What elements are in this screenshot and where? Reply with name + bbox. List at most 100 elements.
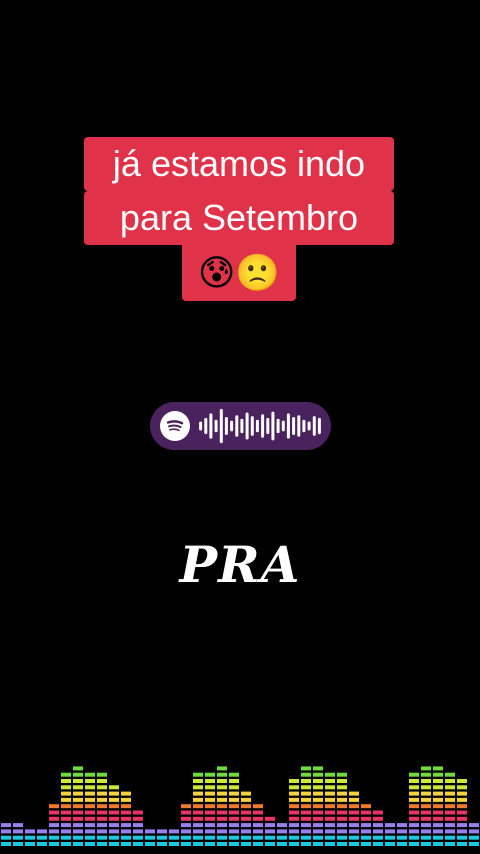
equalizer-segment (217, 779, 227, 783)
equalizer-segment (457, 797, 467, 802)
spotify-code-bar (281, 420, 285, 432)
spotify-code-bar (297, 415, 301, 437)
equalizer-segment (325, 785, 335, 790)
equalizer-segment (1, 842, 11, 846)
equalizer-segment (25, 842, 35, 846)
equalizer-segment (253, 810, 263, 815)
equalizer-segment (217, 797, 227, 802)
equalizer-segment (97, 791, 107, 796)
equalizer-segment (445, 810, 455, 815)
equalizer-segment (337, 823, 347, 828)
equalizer-segment (349, 810, 359, 815)
equalizer-segment (109, 810, 119, 815)
spotify-code-bar (266, 417, 270, 435)
equalizer-segment (49, 804, 59, 809)
spotify-code-bar (255, 419, 259, 433)
equalizer-segment (373, 829, 383, 834)
equalizer-segment (253, 829, 263, 834)
equalizer-segment (433, 779, 443, 783)
equalizer-segment (181, 823, 191, 828)
equalizer-segment (205, 779, 215, 783)
equalizer-segment (433, 829, 443, 834)
equalizer-segment (109, 816, 119, 821)
equalizer-segment (229, 835, 239, 840)
equalizer-segment (457, 791, 467, 796)
equalizer-segment (205, 816, 215, 821)
equalizer-segment (241, 835, 251, 840)
equalizer-segment (313, 785, 323, 790)
spotify-code-bar (240, 418, 244, 434)
equalizer-segment (325, 810, 335, 815)
spotify-code-bar (271, 411, 275, 441)
equalizer-segment (109, 797, 119, 802)
equalizer-segment (421, 816, 431, 821)
equalizer-segment (85, 804, 95, 809)
equalizer-segment (457, 816, 467, 821)
equalizer-segment (433, 785, 443, 790)
equalizer-segment (97, 835, 107, 840)
equalizer-segment (349, 816, 359, 821)
equalizer-segment (109, 785, 119, 790)
equalizer-segment (421, 842, 431, 846)
equalizer-segment (229, 791, 239, 796)
equalizer-segment (73, 766, 83, 771)
equalizer-segment (121, 816, 131, 821)
equalizer-segment (457, 835, 467, 840)
equalizer-segment (361, 823, 371, 828)
equalizer-segment (337, 779, 347, 783)
equalizer-segment (169, 835, 179, 840)
equalizer-segment (217, 842, 227, 846)
equalizer-segment (121, 829, 131, 834)
equalizer-segment (61, 835, 71, 840)
spotify-code-bar (224, 417, 228, 435)
caption-line-1: já estamos indo (84, 137, 394, 191)
equalizer-segment (457, 779, 467, 783)
equalizer-segment (373, 842, 383, 846)
equalizer-segment (397, 823, 407, 828)
equalizer-segment (73, 791, 83, 796)
spotify-code-bar (307, 421, 311, 431)
equalizer-segment (433, 804, 443, 809)
equalizer-segment (277, 835, 287, 840)
equalizer-segment (205, 823, 215, 828)
equalizer-segment (445, 816, 455, 821)
equalizer-segment (73, 772, 83, 777)
equalizer-segment (313, 842, 323, 846)
equalizer-segment (229, 842, 239, 846)
equalizer-segment (349, 842, 359, 846)
equalizer-segment (85, 842, 95, 846)
equalizer-segment (433, 791, 443, 796)
equalizer-segment (13, 842, 23, 846)
equalizer-segment (61, 842, 71, 846)
equalizer-segment (109, 804, 119, 809)
equalizer-segment (421, 823, 431, 828)
equalizer-segment (445, 779, 455, 783)
equalizer-segment (337, 842, 347, 846)
equalizer-segment (397, 842, 407, 846)
equalizer-segment (121, 842, 131, 846)
equalizer-segment (409, 791, 419, 796)
equalizer-segment (469, 829, 479, 834)
equalizer-segment (85, 816, 95, 821)
equalizer-segment (433, 835, 443, 840)
equalizer-segment (205, 785, 215, 790)
equalizer-segment (457, 785, 467, 790)
equalizer-segment (97, 810, 107, 815)
equalizer-segment (85, 791, 95, 796)
spotify-code[interactable] (150, 402, 331, 450)
equalizer-segment (337, 772, 347, 777)
equalizer-segment (217, 810, 227, 815)
equalizer-segment (289, 785, 299, 790)
equalizer-segment (289, 791, 299, 796)
equalizer-segment (73, 810, 83, 815)
equalizer-segment (277, 829, 287, 834)
equalizer-segment (241, 797, 251, 802)
equalizer-segment (49, 816, 59, 821)
equalizer-segment (193, 823, 203, 828)
equalizer-segment (313, 766, 323, 771)
equalizer-segment (301, 835, 311, 840)
equalizer-segment (385, 835, 395, 840)
equalizer-segment (265, 823, 275, 828)
equalizer-segment (349, 804, 359, 809)
equalizer-segment (97, 816, 107, 821)
